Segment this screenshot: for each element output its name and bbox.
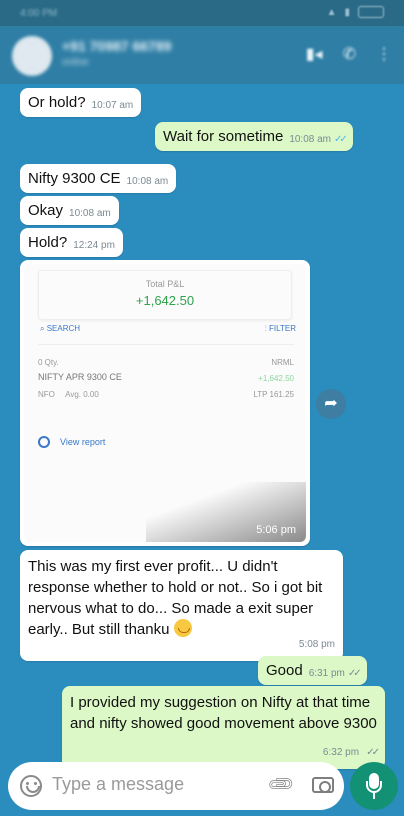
message-text: Okay bbox=[28, 202, 64, 219]
message-time: 10:08 am bbox=[69, 208, 111, 219]
search-filter-row: ⌕ SEARCH ⫶ FILTER bbox=[40, 324, 296, 334]
image-message[interactable]: Total P&L +1,642.50 ⌕ SEARCH ⫶ FILTER 0 … bbox=[20, 260, 310, 546]
message-bubble[interactable]: Wait for sometime 10:08 am ✓✓ bbox=[155, 122, 353, 151]
contact-info[interactable]: +91 70987 66789 online bbox=[62, 38, 171, 68]
contact-name: +91 70987 66789 bbox=[62, 38, 172, 54]
phone-icon[interactable]: ✆ bbox=[343, 44, 356, 64]
message-input-box[interactable]: Type a message 📎︎ bbox=[8, 762, 344, 810]
message-time: 12:24 pm bbox=[73, 240, 115, 251]
report-icon bbox=[38, 436, 50, 448]
message-time: 10:07 am bbox=[91, 100, 134, 111]
qty-label: 0 Qty. bbox=[38, 358, 59, 367]
message-input[interactable]: Type a message bbox=[52, 774, 184, 795]
status-time: 4:00 PM bbox=[20, 8, 58, 19]
filter-label: FILTER bbox=[269, 324, 296, 333]
position-pnl: +1,642.50 bbox=[258, 374, 294, 383]
message-bubble[interactable]: Okay 10:08 am bbox=[20, 196, 119, 225]
status-bar: 4:00 PM ▲ ▮ bbox=[0, 0, 404, 26]
delivered-ticks-icon: ✓✓ bbox=[347, 668, 362, 679]
total-pnl-card: Total P&L +1,642.50 bbox=[38, 270, 292, 320]
more-vert-icon[interactable]: ⋮ bbox=[376, 44, 392, 64]
view-report-label: View report bbox=[60, 437, 106, 447]
message-time: 10:08 am bbox=[126, 176, 169, 187]
wifi-icon: ▲ bbox=[326, 6, 337, 18]
video-call-icon[interactable]: ▮◂ bbox=[306, 44, 323, 64]
message-text: Wait for sometime bbox=[163, 128, 284, 145]
message-time: 10:08 am bbox=[289, 134, 332, 145]
position-row: 0 Qty. NRML NIFTY APR 9300 CE +1,642.50 … bbox=[38, 358, 294, 404]
message-text: Good bbox=[266, 662, 303, 679]
message-text: Hold? bbox=[28, 234, 68, 251]
message-text: Nifty 9300 CE bbox=[28, 170, 121, 187]
chat-header[interactable]: +91 70987 66789 online ▮◂ ✆ ⋮ bbox=[0, 26, 404, 84]
contact-status: online bbox=[62, 57, 89, 68]
image-time: 5:06 pm bbox=[256, 524, 296, 536]
message-time: 6:31 pm bbox=[308, 668, 345, 679]
search-label: SEARCH bbox=[46, 324, 81, 333]
divider bbox=[38, 344, 294, 345]
emoji-icon[interactable] bbox=[20, 775, 42, 797]
smile-emoji-icon bbox=[173, 619, 192, 637]
avatar[interactable] bbox=[12, 36, 52, 76]
message-text: Or hold? bbox=[28, 94, 86, 111]
total-pnl-value: +1,642.50 bbox=[135, 293, 195, 308]
message-bubble[interactable]: This was my first ever profit... U didn'… bbox=[20, 550, 343, 661]
read-ticks-icon: ✓✓ bbox=[334, 134, 348, 145]
avg-price: Avg. 0.00 bbox=[65, 390, 99, 399]
mic-button[interactable] bbox=[350, 762, 398, 810]
message-bubble[interactable]: Nifty 9300 CE 10:08 am bbox=[20, 164, 177, 193]
message-bubble[interactable]: Good 6:31 pm ✓✓ bbox=[258, 656, 367, 685]
forward-icon[interactable]: ➦ bbox=[316, 389, 346, 419]
message-list[interactable]: Or hold? 10:07 am Wait for sometime 10:0… bbox=[0, 84, 404, 769]
message-time: 5:08 pm bbox=[298, 639, 335, 650]
status-icons: ▲ ▮ bbox=[327, 6, 384, 18]
product-label: NRML bbox=[271, 358, 294, 367]
message-bubble[interactable]: Hold? 12:24 pm bbox=[20, 228, 123, 257]
compose-bar: Type a message 📎︎ bbox=[0, 754, 404, 816]
ltp-value: LTP 161.25 bbox=[253, 390, 294, 399]
total-pnl-label: Total P&L bbox=[145, 279, 185, 289]
battery-icon bbox=[358, 6, 384, 18]
search-icon: ⌕ bbox=[40, 324, 47, 333]
paperclip-icon[interactable]: 📎︎ bbox=[266, 769, 297, 800]
message-text: I provided my suggestion on Nifty at tha… bbox=[70, 694, 377, 732]
signal-icon: ▮ bbox=[344, 6, 350, 18]
instrument-name: NIFTY APR 9300 CE bbox=[38, 372, 122, 382]
camera-icon[interactable] bbox=[312, 777, 334, 793]
pnl-screenshot[interactable]: Total P&L +1,642.50 ⌕ SEARCH ⫶ FILTER 0 … bbox=[24, 264, 306, 542]
message-bubble[interactable]: Or hold? 10:07 am bbox=[20, 88, 142, 117]
exchange-label: NFO bbox=[38, 390, 55, 399]
view-report-link: View report bbox=[38, 436, 105, 448]
